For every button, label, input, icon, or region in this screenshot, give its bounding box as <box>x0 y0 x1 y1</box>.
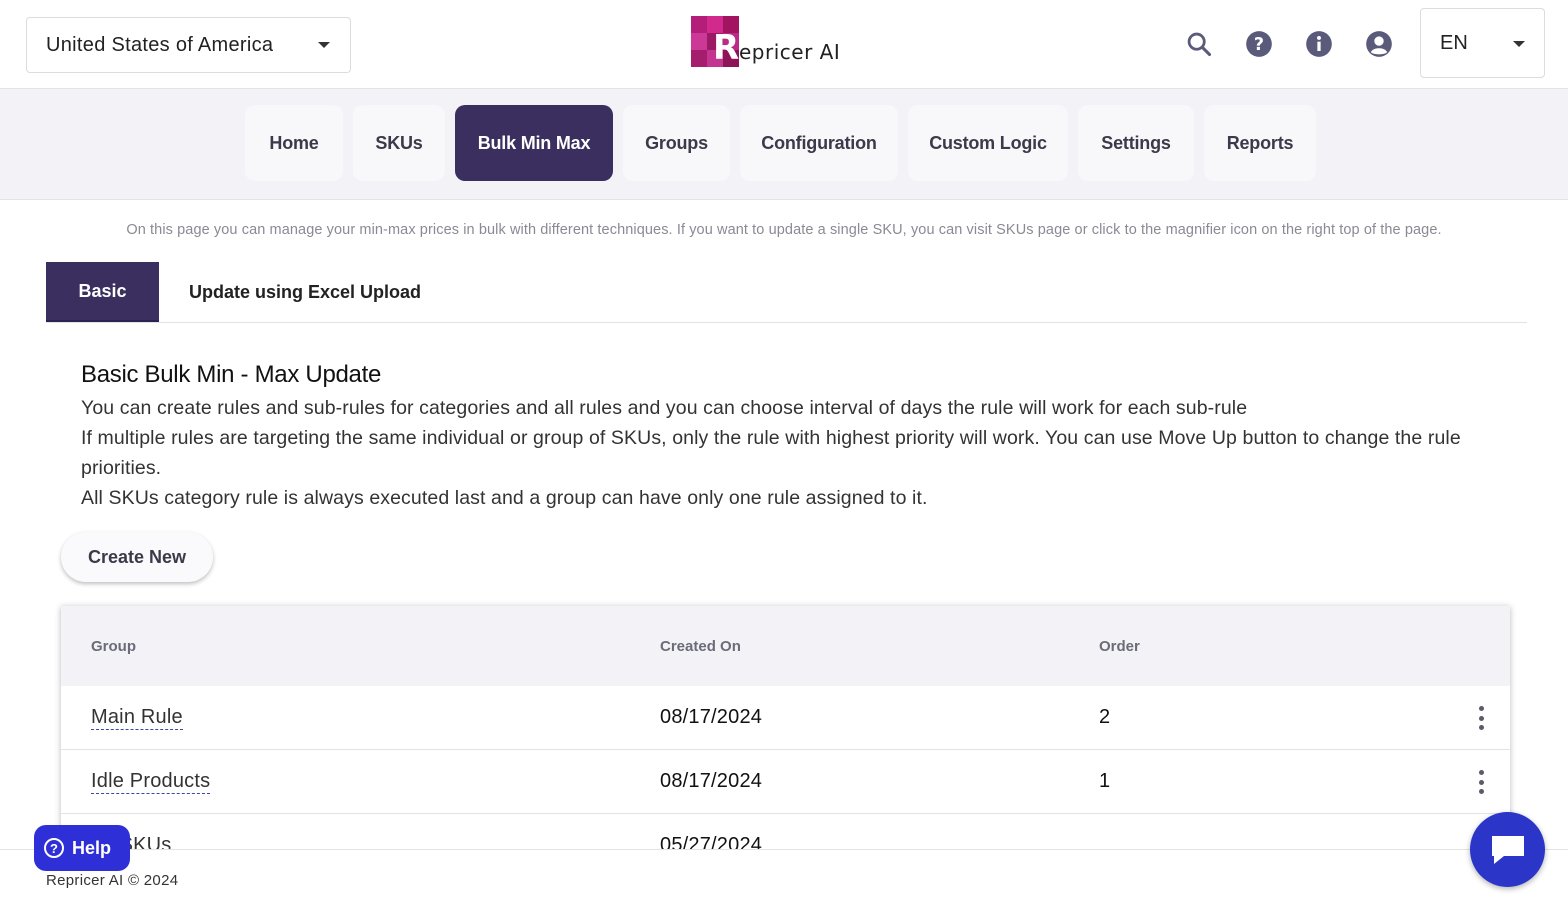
tab-configuration[interactable]: Configuration <box>740 105 898 181</box>
chat-button[interactable] <box>1470 812 1545 887</box>
help-button[interactable]: ? Help <box>34 825 130 871</box>
section-title: Basic Bulk Min - Max Update <box>81 361 382 388</box>
more-options-icon[interactable] <box>1476 770 1486 794</box>
row-created-on: 08/17/2024 <box>660 770 763 792</box>
row-order: 1 <box>1099 770 1111 792</box>
tab-groups[interactable]: Groups <box>623 105 730 181</box>
language-select-value: EN <box>1440 31 1468 54</box>
rules-table: Group Created On Order Main Rule 08/17/2… <box>61 606 1510 856</box>
chat-bubble-icon <box>1491 835 1524 864</box>
subtab-excel-upload[interactable]: Update using Excel Upload <box>189 262 421 322</box>
row-group-link[interactable]: Main Rule <box>91 706 183 730</box>
logo-text: epricer AI <box>739 40 841 64</box>
help-button-label: Help <box>72 837 112 858</box>
tab-reports[interactable]: Reports <box>1204 105 1316 181</box>
account-icon[interactable] <box>1365 30 1393 58</box>
tab-custom-logic[interactable]: Custom Logic <box>908 105 1068 181</box>
country-select[interactable]: United States of America <box>26 17 351 73</box>
table-row: Main Rule 08/17/2024 2 <box>61 686 1510 750</box>
info-icon[interactable] <box>1305 30 1333 58</box>
language-select[interactable]: EN <box>1420 8 1545 78</box>
column-header-group[interactable]: Group <box>91 638 136 655</box>
row-created-on: 08/17/2024 <box>660 706 763 728</box>
tab-settings[interactable]: Settings <box>1078 105 1194 181</box>
footer: Repricer AI © 2024 <box>0 849 1568 901</box>
row-group-link[interactable]: Idle Products <box>91 770 211 794</box>
top-header: United States of America R epricer AI ? … <box>0 0 1568 89</box>
main-nav: Home SKUs Bulk Min Max Groups Configurat… <box>0 89 1568 200</box>
page-intro: On this page you can manage your min-max… <box>126 222 1442 238</box>
logo-letter: R <box>713 28 740 68</box>
chevron-down-icon <box>318 42 330 48</box>
description-line: If multiple rules are targeting the same… <box>81 427 1461 479</box>
logo[interactable]: R epricer AI <box>691 16 841 68</box>
logo-mark: R <box>691 16 740 68</box>
description-line: All SKUs category rule is always execute… <box>81 487 928 509</box>
chevron-down-icon <box>1513 41 1525 47</box>
section-description: You can create rules and sub-rules for c… <box>81 393 1501 513</box>
create-new-button[interactable]: Create New <box>61 532 213 582</box>
footer-copyright: Repricer AI © 2024 <box>46 872 179 889</box>
country-select-value: United States of America <box>46 33 274 56</box>
description-line: You can create rules and sub-rules for c… <box>81 397 1248 419</box>
svg-text:?: ? <box>1254 35 1264 55</box>
column-header-order[interactable]: Order <box>1099 638 1140 655</box>
subtab-basic[interactable]: Basic <box>46 262 159 322</box>
subtab-bar: Basic Update using Excel Upload <box>46 262 1527 323</box>
column-header-created-on[interactable]: Created On <box>660 638 741 655</box>
table-row: Idle Products 08/17/2024 1 <box>61 750 1510 814</box>
help-circle-icon[interactable]: ? <box>1245 30 1273 58</box>
table-header: Group Created On Order <box>61 606 1510 686</box>
more-options-icon[interactable] <box>1476 706 1486 730</box>
tab-home[interactable]: Home <box>245 105 343 181</box>
question-icon: ? <box>44 838 64 858</box>
tab-skus[interactable]: SKUs <box>353 105 445 181</box>
tab-bulk-min-max[interactable]: Bulk Min Max <box>455 105 613 181</box>
search-icon[interactable] <box>1185 30 1213 58</box>
row-order: 2 <box>1099 706 1111 728</box>
